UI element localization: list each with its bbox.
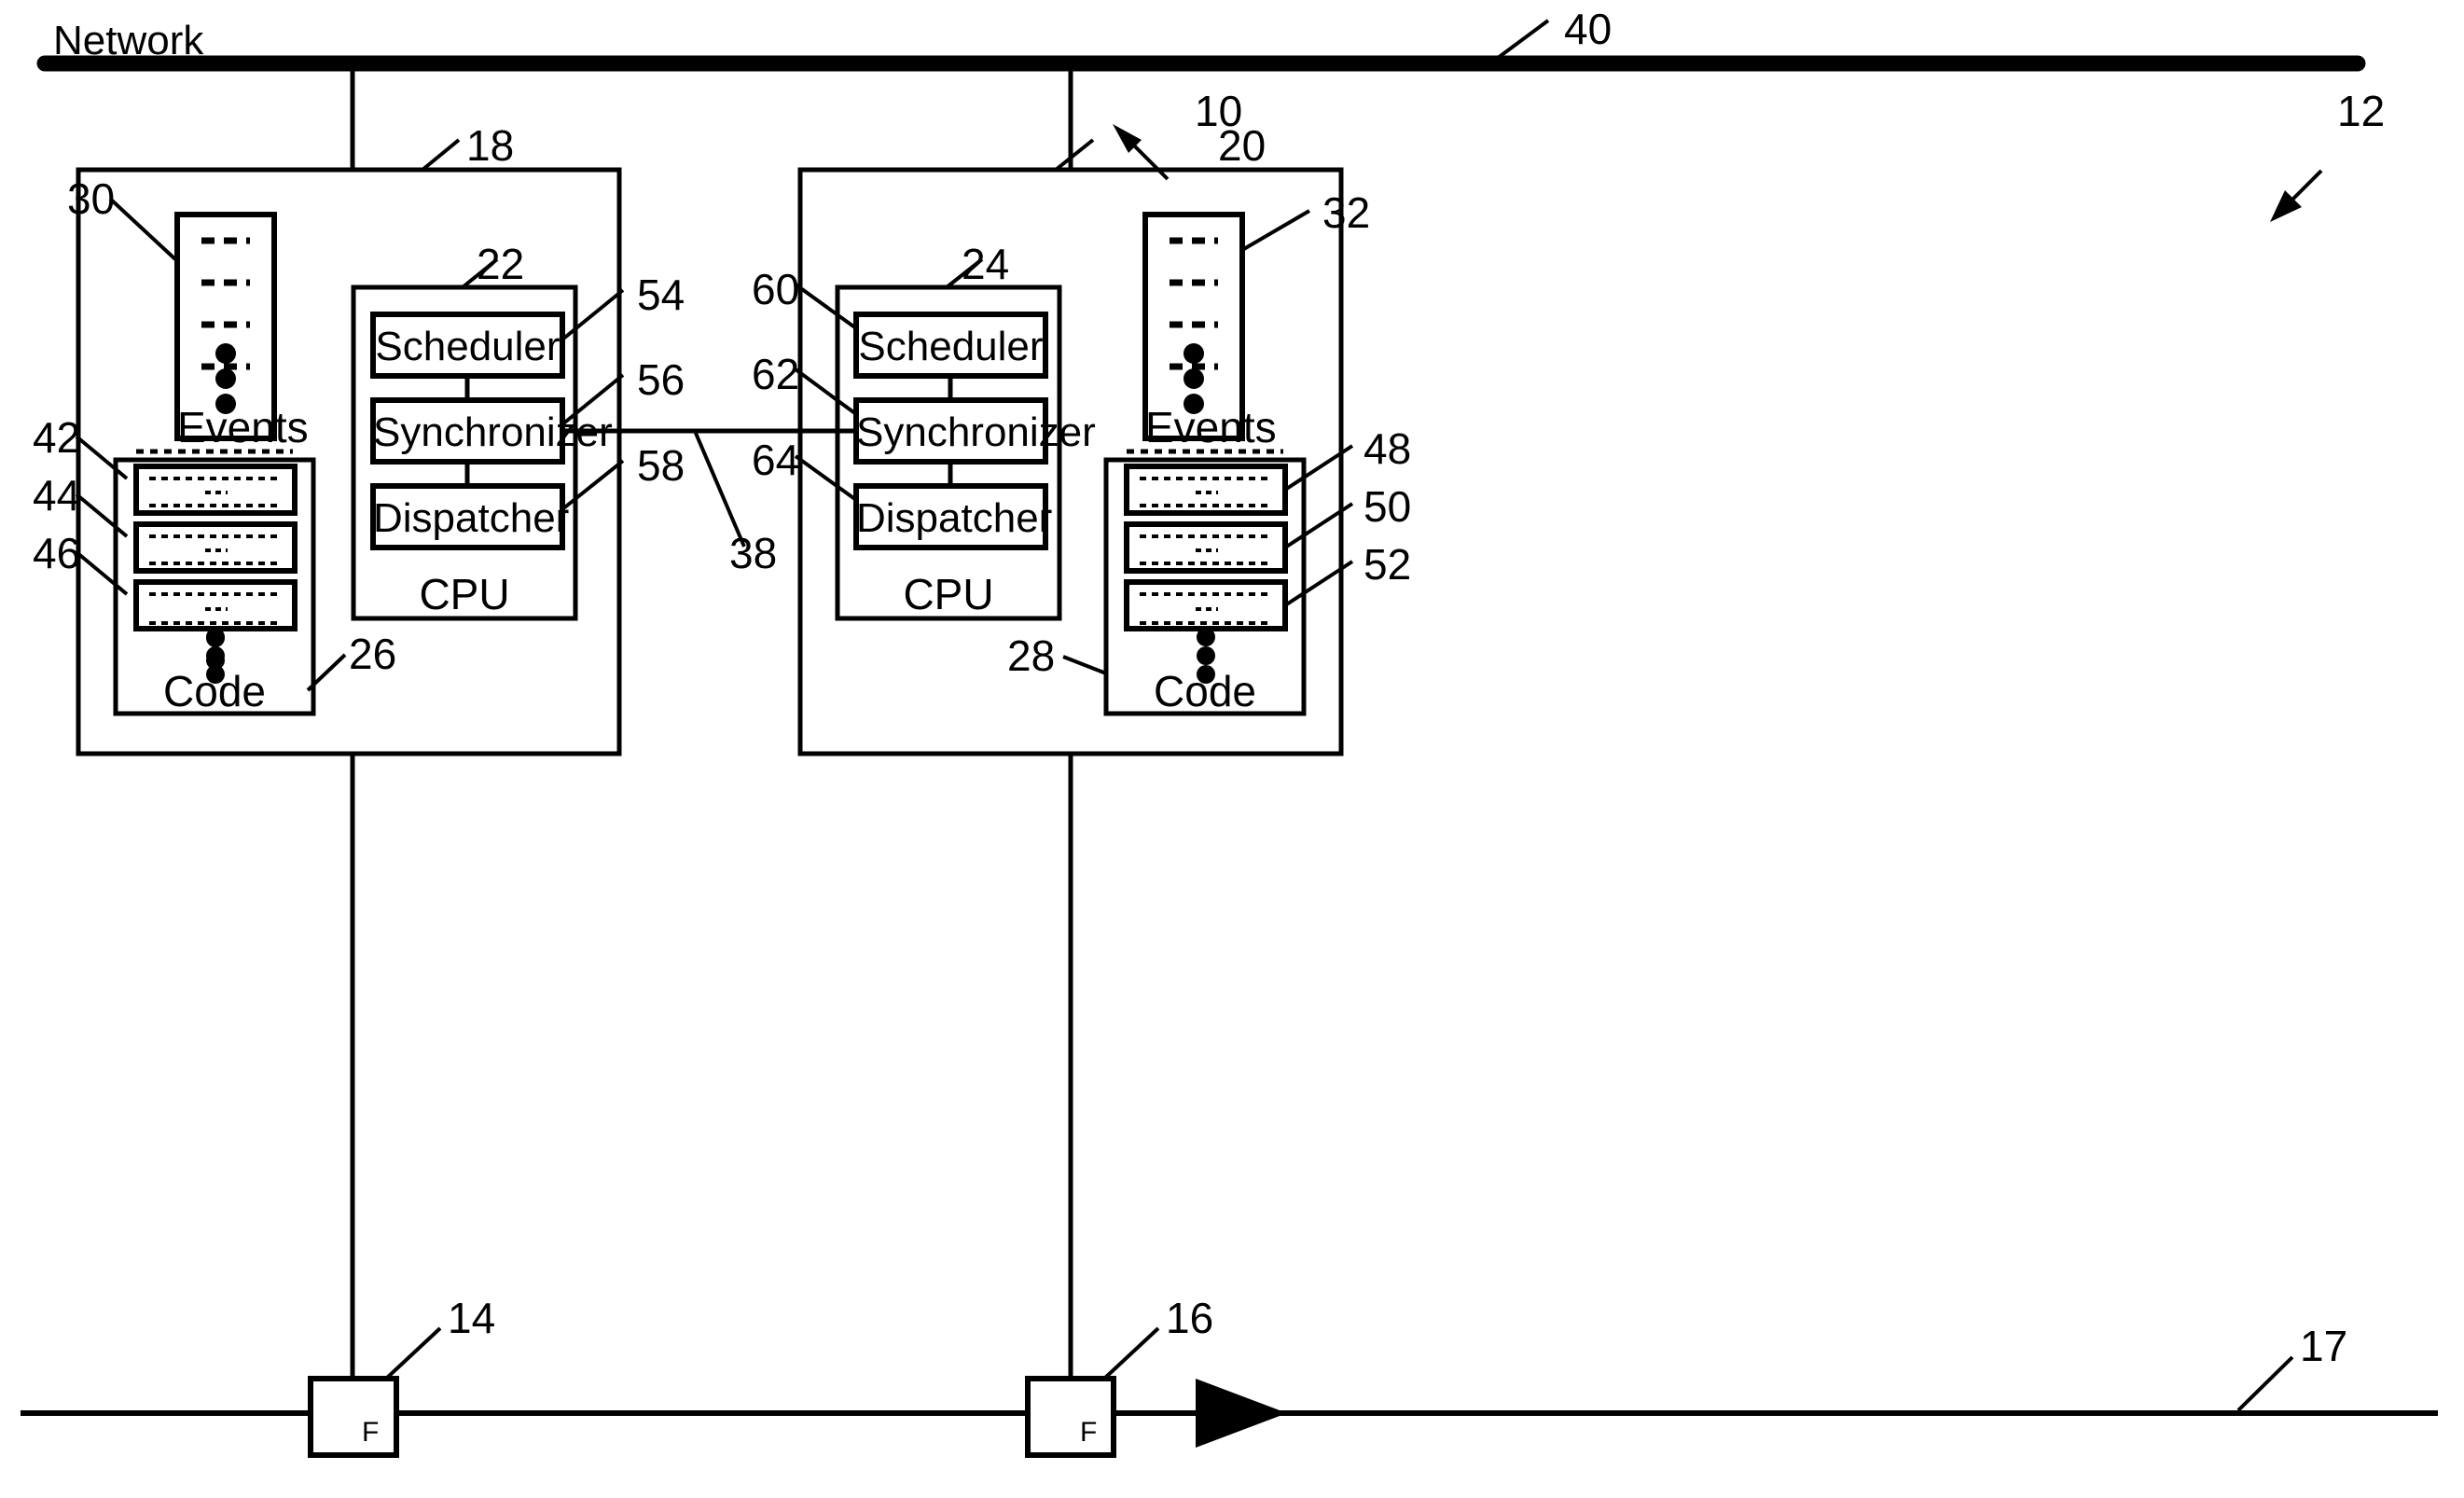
ref-32: 32: [1322, 188, 1371, 237]
ref-24: 24: [962, 240, 1010, 288]
left-cpu-label: CPU: [419, 570, 510, 618]
ref-26: 26: [349, 630, 397, 678]
ref-12: 12: [2337, 87, 2386, 135]
leader-46: [75, 550, 129, 596]
leader-17: [2236, 1355, 2294, 1412]
right-code-block-2: [1124, 521, 1288, 574]
leader-20: [1054, 138, 1095, 172]
network-label: Network: [53, 18, 204, 63]
leader-58: [561, 459, 625, 511]
left-code-block-3: [133, 579, 298, 631]
ref-50: 50: [1364, 482, 1412, 531]
ref-18: 18: [466, 121, 515, 170]
ref-28: 28: [1007, 631, 1056, 680]
left-dispatcher-label: Dispatcher: [373, 495, 570, 541]
leader-54: [561, 288, 625, 341]
ref-42: 42: [33, 413, 81, 462]
left-field-device-box: [308, 1376, 399, 1458]
leader-44: [75, 492, 129, 538]
right-synchronizer-label: Synchronizer: [856, 409, 1096, 455]
leader-arrow-12: [2270, 169, 2323, 222]
ref-52: 52: [1364, 540, 1412, 589]
leader-32: [1240, 209, 1311, 252]
ref-54: 54: [637, 270, 685, 319]
leader-14: [384, 1326, 442, 1380]
left-code-block-2: [133, 521, 298, 574]
ref-38: 38: [729, 529, 778, 577]
ref-40: 40: [1564, 5, 1613, 53]
ref-20: 20: [1218, 121, 1267, 170]
right-code-block-1: [1124, 464, 1288, 516]
ref-48: 48: [1364, 424, 1412, 473]
figure-linework: [21, 19, 2438, 1458]
leader-60: [794, 283, 858, 330]
ref-16: 16: [1166, 1294, 1214, 1342]
left-synchronizer-label: Synchronizer: [373, 409, 613, 455]
ref-14: 14: [448, 1294, 496, 1342]
left-field-device-letter: F: [362, 1417, 380, 1448]
leader-18: [421, 138, 461, 172]
left-code-block-1: [133, 464, 298, 516]
ref-60: 60: [752, 265, 800, 313]
ref-56: 56: [637, 355, 685, 404]
ref-62: 62: [752, 350, 800, 398]
ref-30: 30: [67, 174, 116, 223]
leader-28: [1062, 655, 1107, 675]
right-events-label: Events: [1145, 403, 1277, 451]
left-code-label: Code: [163, 667, 266, 715]
leader-30: [108, 197, 177, 261]
ref-58: 58: [637, 441, 685, 490]
leader-16: [1102, 1326, 1160, 1380]
right-field-device-letter: F: [1080, 1417, 1098, 1448]
leader-62: [794, 368, 858, 416]
left-events-label: Events: [177, 403, 309, 451]
ref-44: 44: [33, 471, 81, 520]
right-cpu-label: CPU: [903, 570, 994, 618]
ref-22: 22: [477, 240, 525, 288]
left-scheduler-label: Scheduler: [375, 324, 561, 369]
ref-64: 64: [752, 436, 800, 484]
right-dispatcher-label: Dispatcher: [856, 495, 1053, 541]
ref-46: 46: [33, 529, 81, 577]
right-code-block-3: [1124, 579, 1288, 631]
leader-64: [794, 454, 858, 502]
right-scheduler-label: Scheduler: [858, 324, 1044, 369]
patent-figure: Network 40 10 12 18 20 30 Events 42 44 4…: [0, 0, 2464, 1498]
ref-17: 17: [2300, 1322, 2348, 1370]
field-bus-flow-arrow: [1196, 1379, 1287, 1448]
right-code-label: Code: [1154, 667, 1256, 715]
right-field-device-box: [1025, 1376, 1116, 1458]
